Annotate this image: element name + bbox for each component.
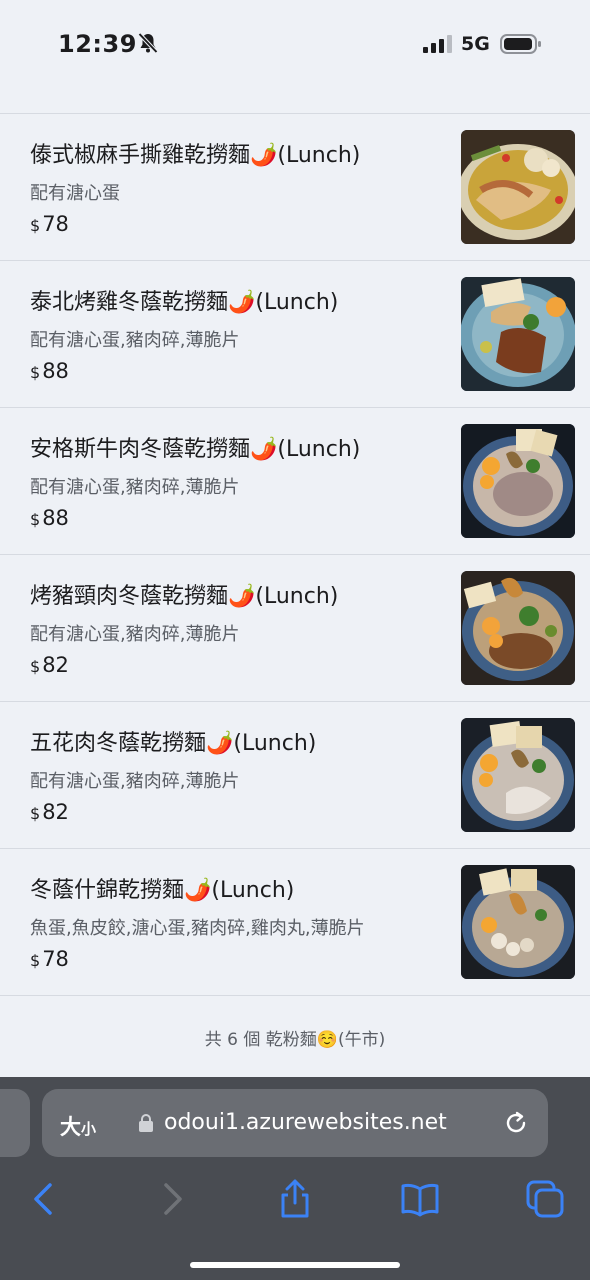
menu-item[interactable]: 五花肉冬蔭乾撈麵🌶️(Lunch) 配有溏心蛋,豬肉碎,薄脆片 $82 (0, 702, 590, 849)
status-time: 12:39 (58, 30, 137, 58)
browser-toolbar: 大小 odoui1.azurewebsites.net (0, 1077, 590, 1280)
currency-symbol: $ (30, 657, 41, 676)
price-value: 88 (42, 359, 69, 383)
item-price: $82 (30, 653, 69, 677)
dish-photo[interactable] (461, 424, 575, 538)
currency-symbol: $ (30, 510, 41, 529)
back-icon[interactable] (24, 1179, 64, 1219)
battery-icon (500, 34, 541, 54)
price-value: 82 (42, 800, 69, 824)
dish-photo[interactable] (461, 571, 575, 685)
price-value: 78 (42, 212, 69, 236)
item-price: $88 (30, 506, 69, 530)
currency-symbol: $ (30, 951, 41, 970)
dish-photo[interactable] (461, 865, 575, 979)
item-name: 泰北烤雞冬蔭乾撈麵🌶️(Lunch) (30, 290, 339, 315)
item-name: 烤豬頸肉冬蔭乾撈麵🌶️(Lunch) (30, 584, 339, 609)
price-value: 78 (42, 947, 69, 971)
menu-item[interactable]: 冬蔭什錦乾撈麵🌶️(Lunch) 魚蛋,魚皮餃,溏心蛋,豬肉碎,雞肉丸,薄脆片 … (0, 849, 590, 996)
menu-list: 傣式椒麻手撕雞乾撈麵🌶️(Lunch) 配有溏心蛋 $78 泰北烤雞冬蔭乾撈麵🌶… (0, 114, 590, 996)
menu-item[interactable]: 傣式椒麻手撕雞乾撈麵🌶️(Lunch) 配有溏心蛋 $78 (0, 114, 590, 261)
item-name: 冬蔭什錦乾撈麵🌶️(Lunch) (30, 878, 295, 903)
dish-photo[interactable] (461, 718, 575, 832)
url-text[interactable]: odoui1.azurewebsites.net (164, 1110, 447, 1135)
currency-symbol: $ (30, 804, 41, 823)
item-price: $88 (30, 359, 69, 383)
tabs-icon[interactable] (525, 1179, 565, 1219)
item-description: 配有溏心蛋,豬肉碎,薄脆片 (30, 624, 240, 645)
status-bar: 12:39 5G (0, 0, 590, 90)
item-price: $78 (30, 947, 69, 971)
item-description: 配有溏心蛋,豬肉碎,薄脆片 (30, 330, 240, 351)
item-name: 傣式椒麻手撕雞乾撈麵🌶️(Lunch) (30, 143, 361, 168)
item-description: 魚蛋,魚皮餃,溏心蛋,豬肉碎,雞肉丸,薄脆片 (30, 918, 365, 939)
menu-item[interactable]: 泰北烤雞冬蔭乾撈麵🌶️(Lunch) 配有溏心蛋,豬肉碎,薄脆片 $88 (0, 261, 590, 408)
dish-photo[interactable] (461, 277, 575, 391)
dish-photo[interactable] (461, 130, 575, 244)
item-description: 配有溏心蛋 (30, 183, 120, 204)
share-icon[interactable] (275, 1179, 315, 1219)
network-label: 5G (461, 33, 490, 55)
reload-icon[interactable] (502, 1109, 530, 1137)
text-size-small-label: 小 (81, 1120, 97, 1138)
address-bar[interactable]: 大小 odoui1.azurewebsites.net (42, 1089, 548, 1157)
forward-icon[interactable] (152, 1179, 192, 1219)
item-count-footer: 共 6 個 乾粉麵☺️(午市) (204, 1030, 386, 1050)
item-price: $82 (30, 800, 69, 824)
menu-item[interactable]: 安格斯牛肉冬蔭乾撈麵🌶️(Lunch) 配有溏心蛋,豬肉碎,薄脆片 $88 (0, 408, 590, 555)
item-description: 配有溏心蛋,豬肉碎,薄脆片 (30, 477, 240, 498)
previous-tab-preview[interactable] (0, 1089, 30, 1157)
lock-icon (139, 1114, 153, 1132)
price-value: 88 (42, 506, 69, 530)
item-price: $78 (30, 212, 69, 236)
text-size-button[interactable]: 大小 (60, 1111, 96, 1141)
item-name: 五花肉冬蔭乾撈麵🌶️(Lunch) (30, 731, 317, 756)
price-value: 82 (42, 653, 69, 677)
item-name: 安格斯牛肉冬蔭乾撈麵🌶️(Lunch) (30, 437, 361, 462)
bookmarks-icon[interactable] (400, 1179, 440, 1219)
currency-symbol: $ (30, 216, 41, 235)
menu-item[interactable]: 烤豬頸肉冬蔭乾撈麵🌶️(Lunch) 配有溏心蛋,豬肉碎,薄脆片 $82 (0, 555, 590, 702)
currency-symbol: $ (30, 363, 41, 382)
bell-slash-icon (138, 32, 158, 54)
item-description: 配有溏心蛋,豬肉碎,薄脆片 (30, 771, 240, 792)
home-indicator[interactable] (190, 1262, 400, 1268)
signal-icon (423, 35, 452, 53)
text-size-large-label: 大 (60, 1115, 81, 1139)
